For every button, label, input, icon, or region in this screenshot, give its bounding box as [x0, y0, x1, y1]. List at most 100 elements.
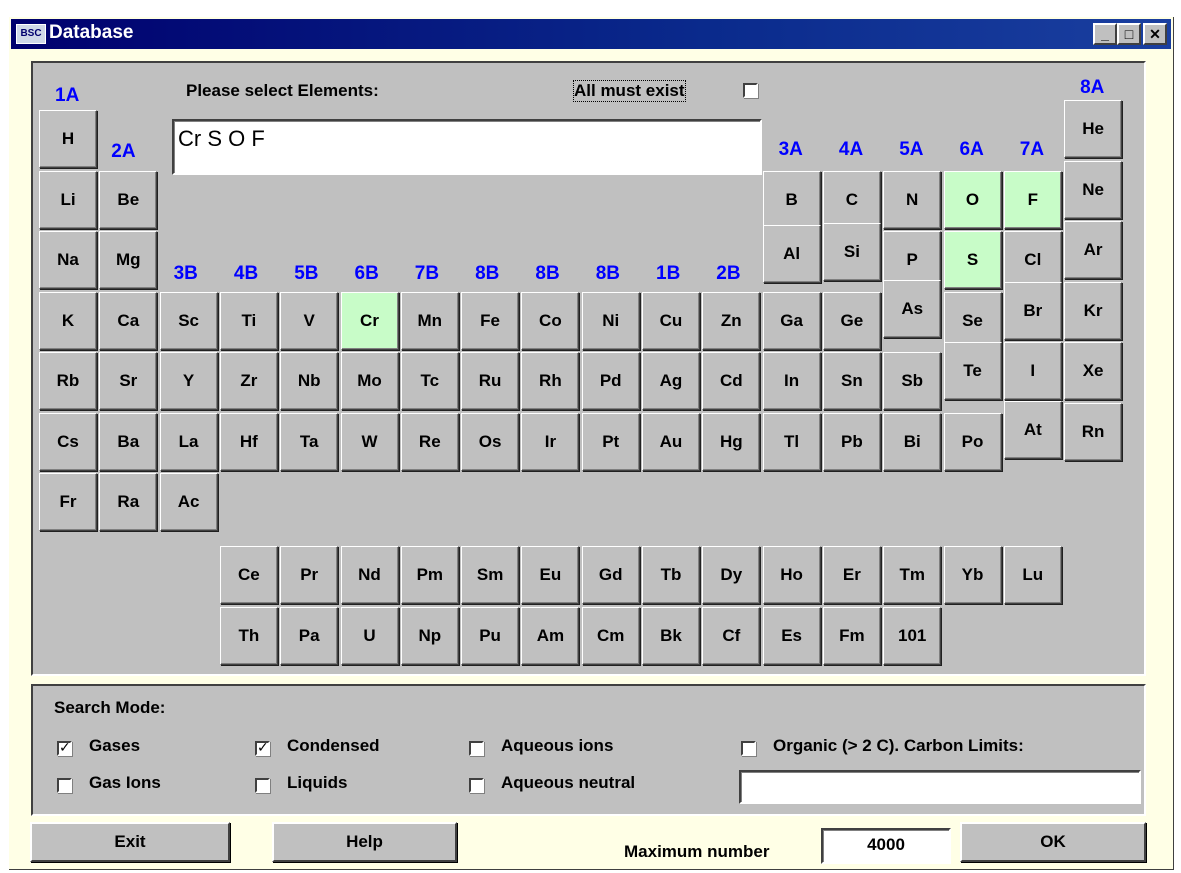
element-ni[interactable]: Ni: [581, 291, 640, 350]
gas-ions-checkbox[interactable]: [57, 778, 72, 793]
element-si[interactable]: Si: [822, 223, 881, 281]
element-cr[interactable]: Cr: [340, 291, 399, 350]
element-gd[interactable]: Gd: [581, 546, 640, 604]
element-sc[interactable]: Sc: [159, 291, 218, 350]
element-v[interactable]: V: [280, 291, 339, 350]
element-mo[interactable]: Mo: [340, 352, 399, 410]
element-be[interactable]: Be: [99, 170, 158, 229]
element-ho[interactable]: Ho: [762, 546, 821, 604]
element-h[interactable]: H: [39, 110, 97, 168]
element-cu[interactable]: Cu: [642, 291, 700, 350]
element-ba[interactable]: Ba: [99, 412, 158, 471]
element-b[interactable]: B: [762, 170, 821, 229]
element-y[interactable]: Y: [159, 352, 218, 410]
element-pr[interactable]: Pr: [280, 546, 339, 604]
element-hg[interactable]: Hg: [702, 412, 761, 471]
gases-checkbox[interactable]: ✓: [57, 741, 72, 756]
element-sr[interactable]: Sr: [99, 352, 158, 410]
element-o[interactable]: O: [943, 170, 1002, 229]
element-fr[interactable]: Fr: [39, 473, 97, 531]
max-number-input[interactable]: 4000: [821, 828, 951, 864]
element-zr[interactable]: Zr: [219, 352, 278, 410]
element-na[interactable]: Na: [39, 231, 97, 289]
element-ar[interactable]: Ar: [1064, 221, 1123, 279]
element-zn[interactable]: Zn: [702, 291, 761, 350]
element-pd[interactable]: Pd: [581, 352, 640, 410]
element-dy[interactable]: Dy: [702, 546, 761, 604]
element-ne[interactable]: Ne: [1064, 160, 1123, 219]
help-button[interactable]: Help: [272, 822, 457, 862]
element-nb[interactable]: Nb: [280, 352, 339, 410]
element-sb[interactable]: Sb: [883, 352, 942, 410]
element-c[interactable]: C: [822, 170, 881, 229]
element-po[interactable]: Po: [943, 412, 1002, 471]
element-as[interactable]: As: [883, 279, 942, 338]
element-er[interactable]: Er: [822, 546, 881, 604]
element-am[interactable]: Am: [521, 607, 580, 665]
ok-button[interactable]: OK: [960, 822, 1146, 862]
element-ra[interactable]: Ra: [99, 473, 158, 531]
element-ce[interactable]: Ce: [219, 546, 278, 604]
element-rn[interactable]: Rn: [1064, 402, 1123, 461]
element-w[interactable]: W: [340, 412, 399, 471]
element-es[interactable]: Es: [762, 607, 821, 665]
element-nd[interactable]: Nd: [340, 546, 399, 604]
minimize-button[interactable]: _: [1093, 23, 1117, 45]
element-at[interactable]: At: [1003, 400, 1062, 459]
element-tc[interactable]: Tc: [400, 352, 459, 410]
element-ca[interactable]: Ca: [99, 291, 158, 350]
element-u[interactable]: U: [340, 607, 399, 665]
element-os[interactable]: Os: [461, 412, 520, 471]
close-button[interactable]: ✕: [1143, 23, 1167, 45]
element-cd[interactable]: Cd: [702, 352, 761, 410]
element-ga[interactable]: Ga: [762, 291, 821, 350]
element-li[interactable]: Li: [39, 170, 97, 229]
element-s[interactable]: S: [943, 231, 1002, 289]
element-n[interactable]: N: [883, 170, 942, 229]
element-np[interactable]: Np: [400, 607, 459, 665]
element-bi[interactable]: Bi: [883, 412, 942, 471]
element-ru[interactable]: Ru: [461, 352, 520, 410]
element-pa[interactable]: Pa: [280, 607, 339, 665]
element-in[interactable]: In: [762, 352, 821, 410]
element-ag[interactable]: Ag: [642, 352, 700, 410]
condensed-checkbox[interactable]: ✓: [255, 741, 270, 756]
element-lu[interactable]: Lu: [1003, 546, 1062, 604]
element-101[interactable]: 101: [883, 607, 942, 665]
element-cm[interactable]: Cm: [581, 607, 640, 665]
all-must-exist-checkbox[interactable]: [743, 83, 758, 98]
element-kr[interactable]: Kr: [1064, 281, 1123, 340]
element-sn[interactable]: Sn: [822, 352, 881, 410]
element-tb[interactable]: Tb: [642, 546, 700, 604]
element-re[interactable]: Re: [400, 412, 459, 471]
element-he[interactable]: He: [1064, 100, 1123, 158]
element-f[interactable]: F: [1003, 170, 1062, 229]
all-must-exist-label[interactable]: All must exist: [573, 80, 686, 102]
element-rb[interactable]: Rb: [39, 352, 97, 410]
element-cl[interactable]: Cl: [1003, 231, 1062, 289]
element-cf[interactable]: Cf: [702, 607, 761, 665]
element-la[interactable]: La: [159, 412, 218, 471]
element-pb[interactable]: Pb: [822, 412, 881, 471]
element-tm[interactable]: Tm: [883, 546, 942, 604]
element-fm[interactable]: Fm: [822, 607, 881, 665]
element-fe[interactable]: Fe: [461, 291, 520, 350]
element-k[interactable]: K: [39, 291, 97, 350]
element-ir[interactable]: Ir: [521, 412, 580, 471]
element-i[interactable]: I: [1003, 342, 1062, 400]
element-bk[interactable]: Bk: [642, 607, 700, 665]
element-sm[interactable]: Sm: [461, 546, 520, 604]
organic-checkbox[interactable]: [741, 741, 756, 756]
element-pm[interactable]: Pm: [400, 546, 459, 604]
element-ac[interactable]: Ac: [159, 473, 218, 531]
element-yb[interactable]: Yb: [943, 546, 1002, 604]
app-icon[interactable]: BSC: [16, 24, 46, 44]
element-th[interactable]: Th: [219, 607, 278, 665]
element-pu[interactable]: Pu: [461, 607, 520, 665]
element-cs[interactable]: Cs: [39, 412, 97, 471]
element-tl[interactable]: Tl: [762, 412, 821, 471]
title-bar[interactable]: BSC Database _ □ ✕: [11, 19, 1171, 49]
element-rh[interactable]: Rh: [521, 352, 580, 410]
element-ta[interactable]: Ta: [280, 412, 339, 471]
carbon-limits-input[interactable]: [739, 770, 1141, 804]
